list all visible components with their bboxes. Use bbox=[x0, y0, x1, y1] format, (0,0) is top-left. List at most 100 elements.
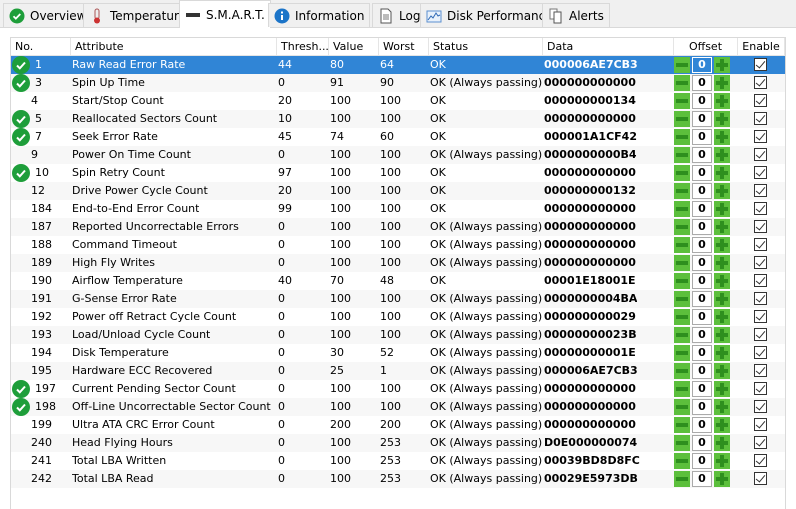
plus-icon[interactable] bbox=[714, 57, 730, 73]
plus-icon[interactable] bbox=[714, 363, 730, 379]
minus-icon[interactable] bbox=[674, 219, 690, 235]
enable-checkbox[interactable] bbox=[754, 130, 767, 143]
plus-icon[interactable] bbox=[714, 471, 730, 487]
table-row[interactable]: 5 Reallocated Sectors Count 10 100 100 OK 0000… bbox=[11, 110, 785, 128]
tab-temperature[interactable]: Temperature bbox=[83, 3, 193, 27]
enable-checkbox[interactable] bbox=[754, 148, 767, 161]
plus-icon[interactable] bbox=[714, 237, 730, 253]
minus-icon[interactable] bbox=[674, 291, 690, 307]
enable-checkbox[interactable] bbox=[754, 94, 767, 107]
offset-value[interactable]: 0 bbox=[692, 111, 712, 127]
plus-icon[interactable] bbox=[714, 75, 730, 91]
tab-information[interactable]: Information bbox=[268, 3, 371, 27]
plus-icon[interactable] bbox=[714, 453, 730, 469]
enable-checkbox[interactable] bbox=[754, 202, 767, 215]
enable-checkbox[interactable] bbox=[754, 472, 767, 485]
tab-alerts[interactable]: Alerts bbox=[542, 3, 610, 27]
table-row[interactable]: 240 Head Flying Hours 0 100 253 OK (Always pa… bbox=[11, 434, 785, 452]
table-row[interactable]: 197 Current Pending Sector Count 0 100 100 OK… bbox=[11, 380, 785, 398]
offset-value[interactable]: 0 bbox=[692, 363, 712, 379]
table-row[interactable]: 7 Seek Error Rate 45 74 60 OK 000001A1CF42 0 bbox=[11, 128, 785, 146]
offset-value[interactable]: 0 bbox=[692, 219, 712, 235]
minus-icon[interactable] bbox=[674, 471, 690, 487]
enable-checkbox[interactable] bbox=[754, 292, 767, 305]
table-row[interactable]: 199 Ultra ATA CRC Error Count 0 200 200 OK (A… bbox=[11, 416, 785, 434]
offset-value[interactable]: 0 bbox=[692, 237, 712, 253]
table-row[interactable]: 242 Total LBA Read 0 100 253 OK (Always passi… bbox=[11, 470, 785, 488]
offset-value[interactable]: 0 bbox=[692, 75, 712, 91]
enable-checkbox[interactable] bbox=[754, 184, 767, 197]
table-row[interactable]: 193 Load/Unload Cycle Count 0 100 100 OK (Alw… bbox=[11, 326, 785, 344]
offset-value[interactable]: 0 bbox=[692, 165, 712, 181]
column-header[interactable]: Value bbox=[329, 38, 379, 56]
enable-checkbox[interactable] bbox=[754, 256, 767, 269]
column-header[interactable]: Attribute bbox=[71, 38, 277, 56]
offset-value[interactable]: 0 bbox=[692, 201, 712, 217]
minus-icon[interactable] bbox=[674, 345, 690, 361]
minus-icon[interactable] bbox=[674, 363, 690, 379]
plus-icon[interactable] bbox=[714, 93, 730, 109]
table-row[interactable]: 194 Disk Temperature 0 30 52 OK (Always passi… bbox=[11, 344, 785, 362]
minus-icon[interactable] bbox=[674, 399, 690, 415]
enable-checkbox[interactable] bbox=[754, 400, 767, 413]
tab-s-m-a-r-t[interactable]: S.M.A.R.T. bbox=[179, 0, 271, 28]
minus-icon[interactable] bbox=[674, 381, 690, 397]
column-header[interactable]: Enable bbox=[738, 38, 785, 56]
tab-disk-performance[interactable]: Disk Performance bbox=[420, 3, 559, 27]
offset-value[interactable]: 0 bbox=[692, 435, 712, 451]
minus-icon[interactable] bbox=[674, 417, 690, 433]
enable-checkbox[interactable] bbox=[754, 382, 767, 395]
table-row[interactable]: 9 Power On Time Count 0 100 100 OK (Always pa… bbox=[11, 146, 785, 164]
tab-overview[interactable]: Overview bbox=[3, 3, 93, 27]
table-row[interactable]: 1 Raw Read Error Rate 44 80 64 OK 000006AE7CB3… bbox=[11, 56, 785, 74]
plus-icon[interactable] bbox=[714, 345, 730, 361]
plus-icon[interactable] bbox=[714, 327, 730, 343]
enable-checkbox[interactable] bbox=[754, 310, 767, 323]
plus-icon[interactable] bbox=[714, 291, 730, 307]
offset-value[interactable]: 0 bbox=[692, 291, 712, 307]
column-header[interactable]: Data bbox=[543, 38, 674, 56]
offset-value[interactable]: 0 bbox=[692, 273, 712, 289]
enable-checkbox[interactable] bbox=[754, 364, 767, 377]
plus-icon[interactable] bbox=[714, 381, 730, 397]
offset-value[interactable]: 0 bbox=[692, 327, 712, 343]
enable-checkbox[interactable] bbox=[754, 418, 767, 431]
minus-icon[interactable] bbox=[674, 57, 690, 73]
plus-icon[interactable] bbox=[714, 201, 730, 217]
offset-value[interactable]: 0 bbox=[692, 147, 712, 163]
minus-icon[interactable] bbox=[674, 453, 690, 469]
plus-icon[interactable] bbox=[714, 219, 730, 235]
table-row[interactable]: 3 Spin Up Time 0 91 90 OK (Always passing) 000… bbox=[11, 74, 785, 92]
column-header[interactable]: Worst bbox=[379, 38, 429, 56]
minus-icon[interactable] bbox=[674, 237, 690, 253]
plus-icon[interactable] bbox=[714, 417, 730, 433]
offset-value[interactable]: 0 bbox=[692, 309, 712, 325]
table-row[interactable]: 4 Start/Stop Count 20 100 100 OK 000000000134 0 bbox=[11, 92, 785, 110]
plus-icon[interactable] bbox=[714, 273, 730, 289]
table-row[interactable]: 192 Power off Retract Cycle Count 0 100 100 O… bbox=[11, 308, 785, 326]
column-header[interactable]: Status bbox=[429, 38, 543, 56]
table-row[interactable]: 190 Airflow Temperature 40 70 48 OK 00001E1800… bbox=[11, 272, 785, 290]
column-header[interactable]: Offset bbox=[674, 38, 738, 56]
minus-icon[interactable] bbox=[674, 147, 690, 163]
tab-log[interactable]: Log bbox=[372, 3, 427, 27]
enable-checkbox[interactable] bbox=[754, 166, 767, 179]
offset-value[interactable]: 0 bbox=[692, 345, 712, 361]
table-row[interactable]: 191 G-Sense Error Rate 0 100 100 OK (Always p… bbox=[11, 290, 785, 308]
minus-icon[interactable] bbox=[674, 111, 690, 127]
enable-checkbox[interactable] bbox=[754, 328, 767, 341]
offset-value[interactable]: 0 bbox=[692, 471, 712, 487]
enable-checkbox[interactable] bbox=[754, 454, 767, 467]
enable-checkbox[interactable] bbox=[754, 238, 767, 251]
plus-icon[interactable] bbox=[714, 255, 730, 271]
enable-checkbox[interactable] bbox=[754, 346, 767, 359]
offset-value[interactable]: 0 bbox=[692, 129, 712, 145]
plus-icon[interactable] bbox=[714, 165, 730, 181]
minus-icon[interactable] bbox=[674, 165, 690, 181]
plus-icon[interactable] bbox=[714, 111, 730, 127]
plus-icon[interactable] bbox=[714, 129, 730, 145]
offset-value[interactable]: 0 bbox=[692, 183, 712, 199]
offset-value[interactable]: 0 bbox=[692, 57, 712, 73]
minus-icon[interactable] bbox=[674, 255, 690, 271]
minus-icon[interactable] bbox=[674, 273, 690, 289]
